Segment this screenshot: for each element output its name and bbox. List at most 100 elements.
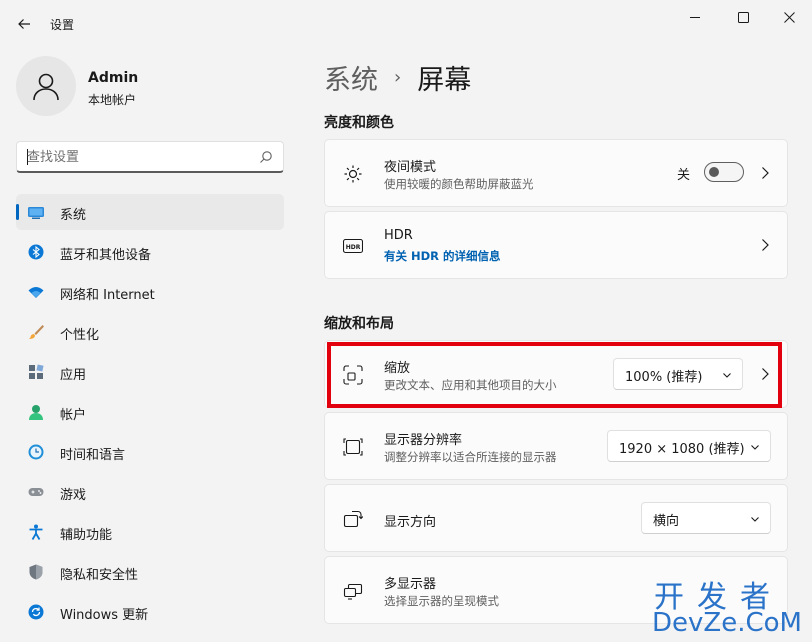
card-title: HDR xyxy=(384,228,413,243)
sidebar-item-label: Windows 更新 xyxy=(60,608,149,623)
scale-card[interactable]: 缩放 更改文本、应用和其他项目的大小 100% (推荐) xyxy=(324,340,788,408)
back-button[interactable] xyxy=(12,12,36,36)
user-icon xyxy=(33,73,59,101)
hdr-card[interactable]: HDR HDR 有关 HDR 的详细信息 xyxy=(324,211,788,279)
search-icon[interactable] xyxy=(259,150,273,164)
chevron-right-icon xyxy=(762,368,769,380)
section-title-brightness-color: 亮度和颜色 xyxy=(324,115,394,131)
shield-icon xyxy=(29,564,43,580)
breadcrumb: 系统 › 屏幕 xyxy=(324,58,471,97)
sidebar-item-label: 网络和 Internet xyxy=(60,288,155,303)
breadcrumb-separator: › xyxy=(394,67,402,88)
chevron-right-icon xyxy=(762,167,769,179)
sidebar-item-accessibility[interactable]: 辅助功能 xyxy=(16,514,284,550)
orientation-icon xyxy=(343,510,363,528)
chevron-right-icon xyxy=(762,239,769,251)
hdr-icon: HDR xyxy=(343,238,363,254)
gamepad-icon xyxy=(28,488,44,496)
brush-icon xyxy=(29,325,44,339)
chevron-down-icon xyxy=(751,445,759,450)
card-subtitle: 使用较暖的颜色帮助屏蔽蓝光 xyxy=(384,177,534,191)
sidebar-item-gaming[interactable]: 游戏 xyxy=(16,474,284,510)
close-icon xyxy=(783,11,795,23)
chevron-down-icon xyxy=(723,373,731,378)
account-icon xyxy=(29,405,43,420)
sidebar-item-label: 时间和语言 xyxy=(60,448,126,463)
minimize-icon xyxy=(690,17,700,18)
sidebar-nav: 系统 蓝牙和其他设备 网络和 Internet 个性化 应用 帐户 时间和语言 xyxy=(16,194,284,634)
sidebar-item-accounts[interactable]: 帐户 xyxy=(16,394,284,430)
watermark: 开发者 DevZe.CoM xyxy=(648,572,808,638)
card-title: 缩放 xyxy=(384,361,411,376)
profile-account-type: 本地帐户 xyxy=(88,93,137,107)
sidebar-item-bluetooth[interactable]: 蓝牙和其他设备 xyxy=(16,234,284,270)
sidebar-item-system[interactable]: 系统 xyxy=(16,194,284,230)
maximize-button[interactable] xyxy=(720,2,766,32)
sidebar-item-label: 应用 xyxy=(60,368,87,383)
sun-icon xyxy=(344,165,362,183)
accessibility-icon xyxy=(29,524,43,540)
avatar xyxy=(16,56,76,116)
sidebar-item-label: 游戏 xyxy=(60,488,87,503)
sidebar-item-privacy-security[interactable]: 隐私和安全性 xyxy=(16,554,284,590)
card-title: 显示器分辨率 xyxy=(384,433,463,448)
title-bar: 设置 xyxy=(0,0,812,44)
hdr-info-link[interactable]: 有关 HDR 的详细信息 xyxy=(384,248,501,264)
section-title-scale-layout: 缩放和布局 xyxy=(324,316,394,332)
page-title: 屏幕 xyxy=(417,65,472,96)
card-title: 多显示器 xyxy=(384,577,437,592)
search-input[interactable] xyxy=(27,148,252,166)
clock-globe-icon xyxy=(28,444,44,460)
bluetooth-icon xyxy=(28,244,44,260)
watermark-domain: DevZe.CoM xyxy=(652,608,802,638)
orientation-dropdown[interactable]: 横向 xyxy=(641,502,771,534)
sidebar-item-label: 系统 xyxy=(60,208,87,223)
card-subtitle: 调整分辨率以适合所连接的显示器 xyxy=(384,450,557,464)
app-title: 设置 xyxy=(50,18,75,32)
card-title: 显示方向 xyxy=(384,515,437,530)
sidebar: Admin 本地帐户 系统 蓝牙和其他设备 网络和 Internet 个性化 应… xyxy=(0,44,300,642)
toggle-knob xyxy=(709,167,719,177)
sidebar-item-label: 辅助功能 xyxy=(60,528,113,543)
minimize-button[interactable] xyxy=(672,2,718,32)
dropdown-value: 100% (推荐) xyxy=(625,370,703,385)
resolution-card: 显示器分辨率 调整分辨率以适合所连接的显示器 1920 × 1080 (推荐) xyxy=(324,412,788,480)
svg-text:HDR: HDR xyxy=(346,244,361,251)
breadcrumb-parent[interactable]: 系统 xyxy=(324,58,378,97)
search-box[interactable] xyxy=(16,141,284,173)
sidebar-item-personalization[interactable]: 个性化 xyxy=(16,314,284,350)
sidebar-item-label: 个性化 xyxy=(60,328,100,343)
toggle-state-label: 关 xyxy=(677,168,691,183)
resolution-icon xyxy=(343,438,363,456)
multi-monitor-icon xyxy=(343,583,363,600)
card-subtitle: 选择显示器的呈现模式 xyxy=(384,594,499,608)
profile-name: Admin xyxy=(88,70,139,86)
sidebar-item-label: 帐户 xyxy=(60,408,87,423)
sidebar-item-network[interactable]: 网络和 Internet xyxy=(16,274,284,310)
close-button[interactable] xyxy=(766,2,812,32)
scale-dropdown[interactable]: 100% (推荐) xyxy=(613,358,743,390)
orientation-card: 显示方向 横向 xyxy=(324,484,788,552)
main-content: 系统 › 屏幕 亮度和颜色 夜间模式 使用较暖的颜色帮助屏蔽蓝光 关 HDR H… xyxy=(300,44,812,642)
dropdown-value: 1920 × 1080 (推荐) xyxy=(619,442,745,457)
monitor-icon xyxy=(28,207,44,219)
card-title: 夜间模式 xyxy=(384,160,437,175)
maximize-icon xyxy=(737,11,749,23)
night-light-card[interactable]: 夜间模式 使用较暖的颜色帮助屏蔽蓝光 关 xyxy=(324,139,788,207)
sidebar-item-label: 蓝牙和其他设备 xyxy=(60,248,152,263)
sidebar-item-apps[interactable]: 应用 xyxy=(16,354,284,390)
night-light-toggle[interactable] xyxy=(704,162,744,182)
apps-icon xyxy=(29,364,44,379)
chevron-down-icon xyxy=(751,517,759,522)
dropdown-value: 横向 xyxy=(653,514,680,529)
wifi-icon xyxy=(28,287,44,298)
sidebar-item-time-language[interactable]: 时间和语言 xyxy=(16,434,284,470)
card-subtitle: 更改文本、应用和其他项目的大小 xyxy=(384,378,557,392)
sidebar-item-windows-update[interactable]: Windows 更新 xyxy=(16,594,284,630)
scale-icon xyxy=(343,365,363,385)
arrow-left-icon xyxy=(18,19,30,29)
update-icon xyxy=(28,604,44,620)
profile[interactable]: Admin 本地帐户 xyxy=(16,56,286,120)
sidebar-item-label: 隐私和安全性 xyxy=(60,568,139,583)
resolution-dropdown[interactable]: 1920 × 1080 (推荐) xyxy=(607,430,771,462)
